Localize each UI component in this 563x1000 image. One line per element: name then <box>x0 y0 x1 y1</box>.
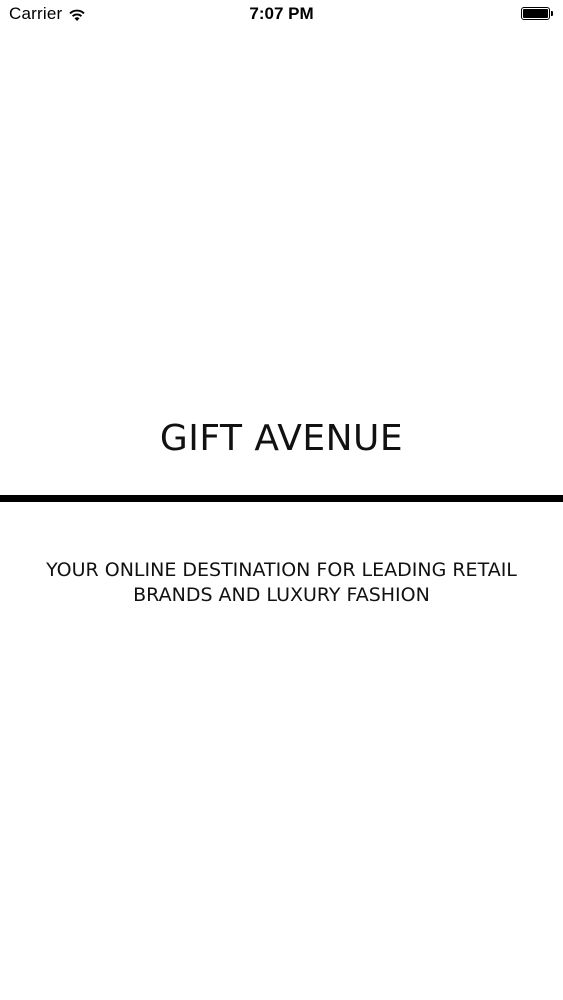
battery-icon <box>521 7 555 22</box>
status-time: 7:07 PM <box>249 4 314 23</box>
status-bar: Carrier 7:07 PM <box>0 0 563 30</box>
brand-title: GIFT AVENUE <box>159 418 404 459</box>
brand-divider <box>0 495 563 502</box>
battery-body <box>521 7 550 20</box>
tagline: YOUR ONLINE DESTINATION FOR LEADING RETA… <box>46 559 517 606</box>
battery-tip <box>551 11 553 16</box>
battery-fill <box>523 9 548 18</box>
